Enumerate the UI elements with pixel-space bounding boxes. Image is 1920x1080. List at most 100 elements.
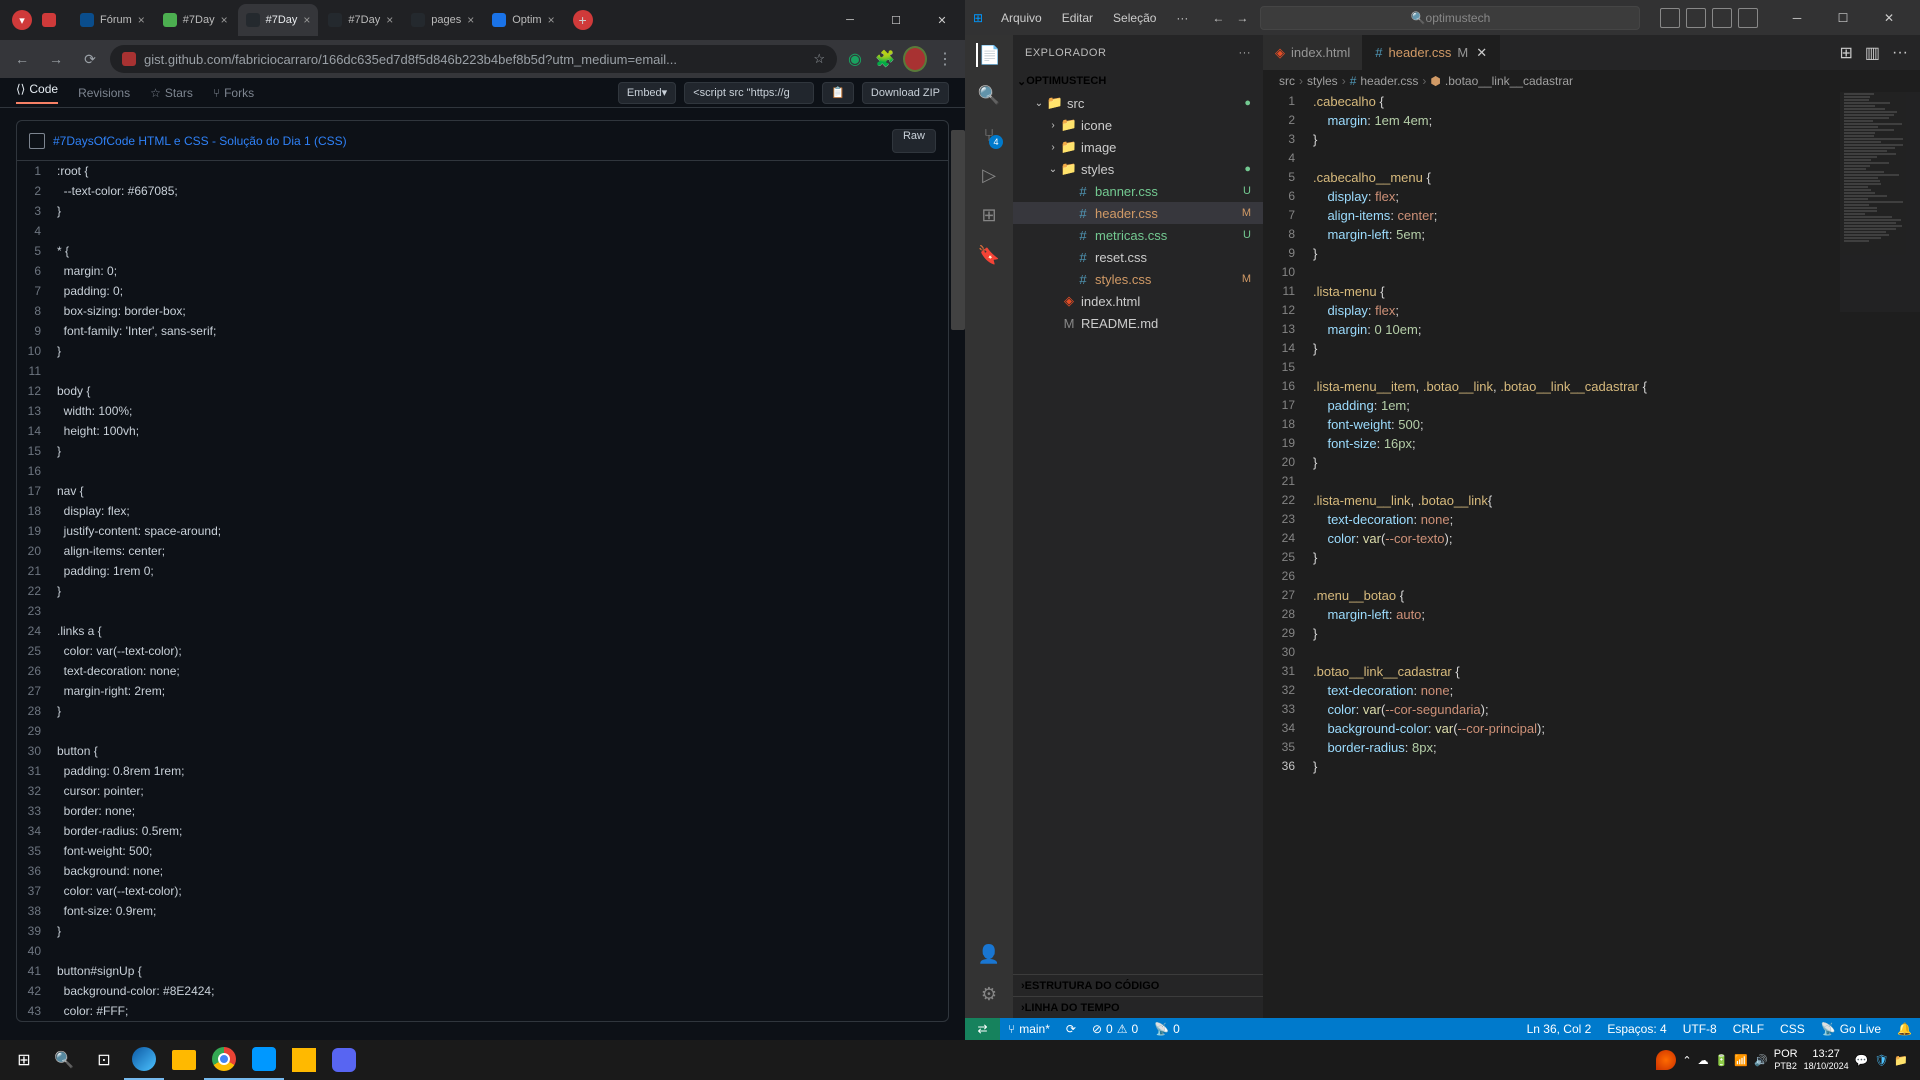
settings-icon[interactable]: ⚙ — [977, 982, 1001, 1006]
tray-icon[interactable]: 🛡 — [1874, 1054, 1888, 1067]
ports-button[interactable]: 📡 0 — [1146, 1022, 1188, 1036]
wifi-icon[interactable]: 📶 — [1734, 1054, 1748, 1067]
edge-icon[interactable] — [124, 1040, 164, 1080]
battery-icon[interactable]: 🔋 — [1715, 1054, 1729, 1067]
app-icon[interactable] — [284, 1040, 324, 1080]
file-name-link[interactable]: #7DaysOfCode HTML e CSS - Solução do Dia… — [53, 134, 347, 148]
browser-tab[interactable]: #7Day× — [155, 4, 236, 36]
menu-item[interactable]: Editar — [1054, 7, 1101, 29]
tree-file[interactable]: #metricas.cssU — [1013, 224, 1263, 246]
menu-item[interactable]: ··· — [1168, 7, 1196, 29]
task-view-button[interactable]: ⊡ — [84, 1040, 124, 1080]
discord-icon[interactable] — [324, 1040, 364, 1080]
tab-dropdown-icon[interactable]: ▾ — [12, 10, 32, 30]
editor-tab[interactable]: #header.cssM✕ — [1363, 35, 1500, 70]
extensions-icon[interactable]: ⊞ — [977, 203, 1001, 227]
run-debug-icon[interactable]: ▷ — [977, 163, 1001, 187]
flame-tray-icon[interactable] — [1656, 1050, 1676, 1070]
compare-icon[interactable]: ⊞ — [1839, 43, 1852, 63]
notifications-icon[interactable]: 🔔 — [1889, 1022, 1920, 1036]
minimize-button[interactable]: ─ — [827, 0, 873, 40]
browser-tab[interactable]: Optim× — [484, 4, 562, 36]
vscode-taskbar-icon[interactable] — [244, 1040, 284, 1080]
chrome-icon[interactable] — [204, 1040, 244, 1080]
explorer-more-icon[interactable]: ··· — [1239, 47, 1252, 59]
menu-icon[interactable]: ⋮ — [933, 47, 957, 71]
gist-code[interactable]: 1:root {2 --text-color: #667085;3}45* {6… — [17, 161, 948, 1021]
outline-panel[interactable]: › ESTRUTURA DO CÓDIGO — [1013, 974, 1263, 996]
nav-forward-icon[interactable]: → — [1236, 11, 1248, 25]
close-button[interactable]: ✕ — [1866, 0, 1912, 35]
layout-icon[interactable] — [1686, 8, 1706, 28]
reload-button[interactable]: ⟳ — [76, 45, 104, 73]
new-tab-button[interactable]: + — [573, 10, 593, 30]
notification-center-icon[interactable]: 💬 — [1855, 1054, 1869, 1067]
extensions-icon[interactable]: 🧩 — [873, 47, 897, 71]
onedrive-icon[interactable]: ☁ — [1698, 1054, 1709, 1067]
embed-script-input[interactable]: <script src "https://g — [684, 82, 814, 104]
tree-folder[interactable]: ⌄📁styles● — [1013, 158, 1263, 180]
sync-button[interactable]: ⟳ — [1058, 1022, 1084, 1036]
tree-folder[interactable]: ›📁icone — [1013, 114, 1263, 136]
menu-item[interactable]: Seleção — [1105, 7, 1164, 29]
tray-icon[interactable]: 📁 — [1894, 1054, 1908, 1067]
cursor-position[interactable]: Ln 36, Col 2 — [1519, 1022, 1600, 1036]
browser-tab[interactable] — [34, 4, 70, 36]
search-button[interactable]: 🔍 — [44, 1040, 84, 1080]
editor-tab[interactable]: ◈index.html — [1263, 35, 1363, 70]
code-tab[interactable]: ⟨⟩ Code — [16, 82, 58, 104]
branch-button[interactable]: ⑂ main* — [1000, 1022, 1058, 1036]
encoding[interactable]: UTF-8 — [1675, 1022, 1725, 1036]
breadcrumb[interactable]: src› styles› #header.css› ⬢.botao__link_… — [1263, 70, 1920, 92]
explorer-icon[interactable] — [164, 1040, 204, 1080]
back-button[interactable]: ← — [8, 45, 36, 73]
bookmark-icon[interactable]: 🔖 — [977, 243, 1001, 267]
split-icon[interactable]: ▥ — [1865, 43, 1880, 63]
language-mode[interactable]: CSS — [1772, 1022, 1813, 1036]
nav-back-icon[interactable]: ← — [1212, 11, 1224, 25]
download-button[interactable]: Download ZIP — [862, 82, 949, 104]
volume-icon[interactable]: 🔊 — [1754, 1054, 1768, 1067]
browser-tab[interactable]: #7Day× — [238, 4, 319, 36]
layout-icon[interactable] — [1712, 8, 1732, 28]
indentation[interactable]: Espaços: 4 — [1599, 1022, 1674, 1036]
command-center[interactable]: 🔍 optimustech — [1260, 6, 1640, 30]
tray-chevron-icon[interactable]: ⌃ — [1682, 1054, 1691, 1067]
remote-button[interactable]: ⇄ — [965, 1018, 1000, 1040]
maximize-button[interactable]: ☐ — [1820, 0, 1866, 35]
source-control-icon[interactable]: ⑂4 — [977, 123, 1001, 147]
tree-file[interactable]: MREADME.md — [1013, 312, 1263, 334]
site-info-icon[interactable] — [122, 52, 136, 66]
profile-avatar[interactable] — [903, 47, 927, 71]
language-indicator[interactable]: PORPTB2 — [1774, 1048, 1798, 1072]
start-button[interactable]: ⊞ — [4, 1040, 44, 1080]
embed-dropdown[interactable]: Embed ▾ — [618, 82, 676, 104]
browser-tab[interactable]: #7Day× — [320, 4, 401, 36]
explorer-icon[interactable]: 📄 — [976, 43, 1000, 67]
forward-button[interactable]: → — [42, 45, 70, 73]
tree-file[interactable]: #styles.cssM — [1013, 268, 1263, 290]
project-root[interactable]: ⌄OPTIMUSTECH — [1013, 70, 1263, 92]
raw-button[interactable]: Raw — [892, 129, 936, 153]
menu-item[interactable]: Arquivo — [993, 7, 1050, 29]
tree-file[interactable]: #reset.css — [1013, 246, 1263, 268]
stars-tab[interactable]: ☆ Stars — [150, 86, 193, 100]
url-input[interactable]: gist.github.com/fabriciocarraro/166dc635… — [110, 45, 837, 73]
maximize-button[interactable]: ☐ — [873, 0, 919, 40]
minimize-button[interactable]: ─ — [1774, 0, 1820, 35]
forks-tab[interactable]: ⑂ Forks — [213, 86, 254, 100]
problems-button[interactable]: ⊘ 0 ⚠ 0 — [1084, 1022, 1146, 1036]
browser-tab[interactable]: pages× — [403, 4, 482, 36]
revisions-tab[interactable]: Revisions — [78, 86, 130, 100]
tree-file[interactable]: #header.cssM — [1013, 202, 1263, 224]
account-icon[interactable]: 👤 — [977, 942, 1001, 966]
tree-folder[interactable]: ⌄📁src● — [1013, 92, 1263, 114]
bookmark-icon[interactable]: ☆ — [813, 51, 825, 67]
tree-folder[interactable]: ›📁image — [1013, 136, 1263, 158]
more-icon[interactable]: ··· — [1892, 44, 1908, 62]
tree-file[interactable]: ◈index.html — [1013, 290, 1263, 312]
clock[interactable]: 13:2718/10/2024 — [1804, 1048, 1849, 1072]
layout-icon[interactable] — [1738, 8, 1758, 28]
code-editor[interactable]: 1.cabecalho {2 margin: 1em 4em;3}45.cabe… — [1263, 92, 1920, 1018]
tree-file[interactable]: #banner.cssU — [1013, 180, 1263, 202]
